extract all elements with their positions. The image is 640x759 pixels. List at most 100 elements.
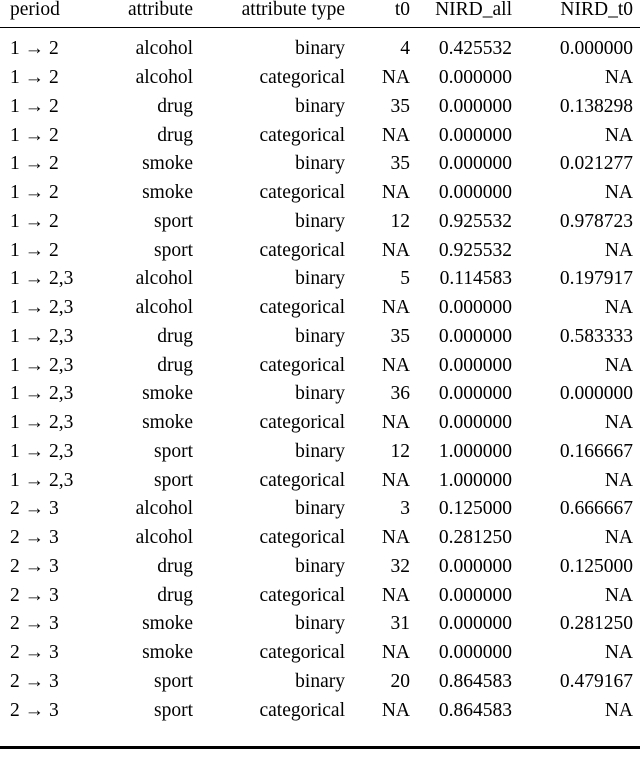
cell-attribute: smoke <box>142 642 193 664</box>
cell-attribute: sport <box>154 239 193 261</box>
column-header-attribute-type: attribute type <box>241 0 345 20</box>
cell-attribute-type: binary <box>295 670 345 692</box>
cell-nird-t0: 0.000000 <box>559 37 633 59</box>
cell-attribute-type: binary <box>295 95 345 117</box>
cell-attribute-type: categorical <box>259 527 345 549</box>
cell-attribute: alcohol <box>135 67 193 89</box>
table-row: 1 → 2 sport binary 12 0.925532 0.978723 <box>0 207 640 236</box>
cell-period: 1 → 2 <box>10 95 59 117</box>
cell-attribute: alcohol <box>135 268 193 290</box>
cell-attribute-type: binary <box>295 153 345 175</box>
cell-nird-t0: 0.978723 <box>559 210 633 232</box>
cell-period: 2 → 3 <box>10 498 59 520</box>
cell-attribute: smoke <box>142 383 193 405</box>
cell-attribute-type: categorical <box>259 182 345 204</box>
table-row: 2 → 3 sport categorical NA 0.864583 NA <box>0 696 640 725</box>
table-row: 1 → 2,3 alcohol categorical NA 0.000000 NA <box>0 294 640 323</box>
table-header: period attribute attribute type t0 NIRD_… <box>0 0 640 28</box>
cell-attribute-type: categorical <box>259 469 345 491</box>
cell-t0: NA <box>381 297 410 319</box>
cell-t0: 12 <box>390 210 411 232</box>
table-row: 2 → 3 smoke categorical NA 0.000000 NA <box>0 639 640 668</box>
cell-attribute: sport <box>154 699 193 721</box>
cell-t0: NA <box>381 699 410 721</box>
cell-t0: NA <box>381 469 410 491</box>
cell-t0: NA <box>381 124 410 146</box>
cell-nird-all: 0.125000 <box>438 498 512 520</box>
cell-t0: 4 <box>400 37 410 59</box>
cell-nird-all: 0.000000 <box>438 95 512 117</box>
cell-nird-all: 0.425532 <box>438 37 512 59</box>
header-row: period attribute attribute type t0 NIRD_… <box>0 0 640 27</box>
table-row: 2 → 3 drug categorical NA 0.000000 NA <box>0 581 640 610</box>
cell-attribute-type: categorical <box>259 67 345 89</box>
cell-t0: 35 <box>390 153 411 175</box>
cell-period: 1 → 2,3 <box>10 297 74 319</box>
cell-attribute-type: categorical <box>259 124 345 146</box>
table-row: 1 → 2,3 drug binary 35 0.000000 0.583333 <box>0 322 640 351</box>
cell-nird-all: 0.925532 <box>438 210 512 232</box>
cell-nird-all: 0.000000 <box>438 613 512 635</box>
cell-t0: NA <box>381 527 410 549</box>
cell-nird-t0: 0.666667 <box>559 498 633 520</box>
cell-nird-t0: NA <box>604 699 633 721</box>
table-row: 1 → 2 smoke binary 35 0.000000 0.021277 <box>0 150 640 179</box>
cell-t0: NA <box>381 239 410 261</box>
table-row: 1 → 2,3 smoke categorical NA 0.000000 NA <box>0 409 640 438</box>
cell-nird-all: 0.000000 <box>438 354 512 376</box>
cell-nird-t0: 0.138298 <box>559 95 633 117</box>
cell-nird-all: 0.000000 <box>438 153 512 175</box>
cell-attribute: alcohol <box>135 37 193 59</box>
column-header-attribute: attribute <box>128 0 193 20</box>
cell-attribute-type: categorical <box>259 354 345 376</box>
cell-attribute-type: binary <box>295 440 345 462</box>
table-row: 1 → 2,3 sport categorical NA 1.000000 NA <box>0 466 640 495</box>
table-row: 1 → 2 smoke categorical NA 0.000000 NA <box>0 179 640 208</box>
cell-t0: 32 <box>390 555 411 577</box>
cell-attribute-type: categorical <box>259 239 345 261</box>
cell-nird-t0: 0.479167 <box>559 670 633 692</box>
cell-nird-t0: NA <box>604 469 633 491</box>
cell-attribute: drug <box>157 325 193 347</box>
cell-period: 2 → 3 <box>10 527 59 549</box>
cell-nird-t0: NA <box>604 584 633 606</box>
cell-nird-all: 0.000000 <box>438 383 512 405</box>
table-row: 1 → 2,3 drug categorical NA 0.000000 NA <box>0 351 640 380</box>
cell-attribute: drug <box>157 555 193 577</box>
cell-attribute: sport <box>154 440 193 462</box>
cell-period: 2 → 3 <box>10 555 59 577</box>
cell-nird-all: 0.000000 <box>438 584 512 606</box>
cell-period: 2 → 3 <box>10 584 59 606</box>
cell-nird-all: 0.000000 <box>438 297 512 319</box>
table-container: period attribute attribute type t0 NIRD_… <box>0 0 640 759</box>
cell-attribute-type: categorical <box>259 642 345 664</box>
cell-period: 2 → 3 <box>10 670 59 692</box>
cell-nird-t0: NA <box>604 297 633 319</box>
cell-nird-all: 0.864583 <box>438 670 512 692</box>
cell-nird-t0: 0.166667 <box>559 440 633 462</box>
column-header-t0: t0 <box>394 0 410 20</box>
cell-attribute-type: categorical <box>259 584 345 606</box>
cell-attribute: smoke <box>142 153 193 175</box>
cell-attribute: smoke <box>142 412 193 434</box>
cell-period: 1 → 2,3 <box>10 469 74 491</box>
table-row: 2 → 3 smoke binary 31 0.000000 0.281250 <box>0 610 640 639</box>
cell-period: 1 → 2 <box>10 210 59 232</box>
cell-nird-t0: NA <box>604 182 633 204</box>
cell-nird-t0: NA <box>604 354 633 376</box>
table-row: 1 → 2 drug categorical NA 0.000000 NA <box>0 121 640 150</box>
cell-period: 1 → 2 <box>10 182 59 204</box>
cell-period: 1 → 2,3 <box>10 440 74 462</box>
cell-nird-all: 1.000000 <box>438 440 512 462</box>
cell-t0: 12 <box>390 440 411 462</box>
table-row: 2 → 3 sport binary 20 0.864583 0.479167 <box>0 667 640 696</box>
cell-period: 1 → 2,3 <box>10 354 74 376</box>
cell-nird-all: 0.864583 <box>438 699 512 721</box>
table-row: 1 → 2,3 smoke binary 36 0.000000 0.000000 <box>0 380 640 409</box>
cell-t0: NA <box>381 642 410 664</box>
cell-attribute: sport <box>154 210 193 232</box>
cell-attribute-type: binary <box>295 325 345 347</box>
cell-nird-all: 0.281250 <box>438 527 512 549</box>
cell-nird-t0: 0.125000 <box>559 555 633 577</box>
cell-t0: NA <box>381 584 410 606</box>
